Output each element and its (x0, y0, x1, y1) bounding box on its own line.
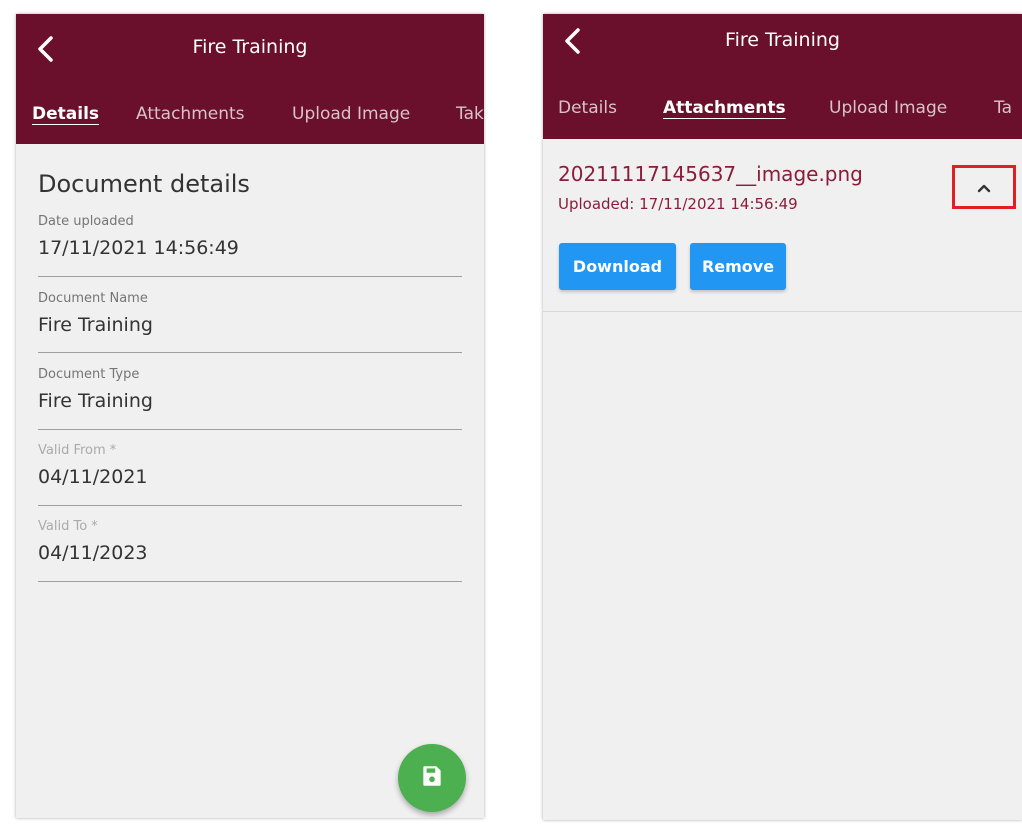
valid-to-field[interactable]: Valid To * 04/11/2023 (38, 519, 462, 582)
section-heading: Document details (38, 170, 250, 198)
tab-attachments[interactable]: Attachments (663, 98, 786, 118)
attachment-uploaded-date: Uploaded: 17/11/2021 14:56:49 (558, 195, 798, 213)
remove-button[interactable]: Remove (690, 243, 786, 290)
tab-upload-image[interactable]: Upload Image (829, 98, 947, 118)
field-value: Fire Training (38, 314, 153, 336)
document-type-field[interactable]: Document Type Fire Training (38, 367, 462, 430)
field-value: 04/11/2021 (38, 466, 148, 488)
download-button[interactable]: Download (559, 243, 676, 290)
field-value: Fire Training (38, 390, 153, 412)
tab-details[interactable]: Details (32, 104, 99, 124)
tab-attachments[interactable]: Attachments (136, 104, 245, 124)
date-uploaded-field: Date uploaded 17/11/2021 14:56:49 (38, 214, 462, 277)
tab-details[interactable]: Details (558, 98, 617, 118)
valid-from-field[interactable]: Valid From * 04/11/2021 (38, 443, 462, 506)
field-label: Document Type (38, 367, 140, 382)
page-title: Fire Training (192, 36, 308, 58)
field-value: 04/11/2023 (38, 542, 148, 564)
app-bar: Fire Training Details Attachments Upload… (16, 14, 484, 144)
field-label: Document Name (38, 291, 148, 306)
field-value: 17/11/2021 14:56:49 (38, 237, 239, 259)
document-name-field[interactable]: Document Name Fire Training (38, 291, 462, 353)
page-title: Fire Training (725, 29, 840, 51)
attachments-screen: Fire Training Details Attachments Upload… (543, 14, 1022, 820)
attachment-filename: 20211117145637__image.png (558, 162, 863, 186)
tab-take[interactable]: Ta (994, 98, 1012, 118)
save-button[interactable] (398, 744, 466, 812)
tab-take[interactable]: Tak (456, 104, 484, 124)
app-bar: Fire Training Details Attachments Upload… (543, 14, 1022, 139)
details-screen: Fire Training Details Attachments Upload… (16, 14, 484, 818)
tab-upload-image[interactable]: Upload Image (292, 104, 410, 124)
divider (543, 311, 1022, 312)
collapse-toggle[interactable] (952, 165, 1016, 209)
field-label: Valid From * (38, 443, 117, 458)
field-label: Valid To * (38, 519, 98, 534)
save-icon (419, 763, 445, 793)
field-label: Date uploaded (38, 214, 134, 229)
chevron-up-icon (977, 178, 991, 197)
